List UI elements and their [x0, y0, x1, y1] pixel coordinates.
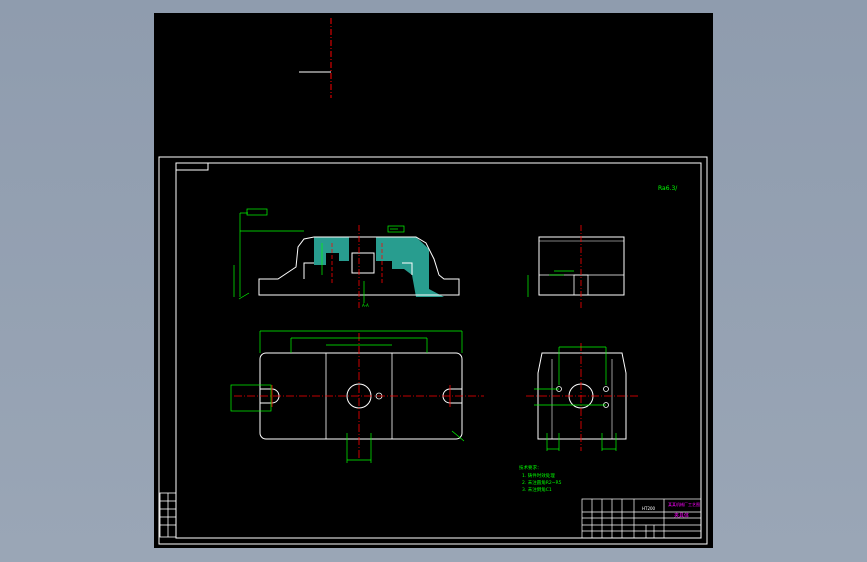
tech-req-item-2: 2. 未注圆角R2~R5 [522, 479, 562, 486]
tech-req-heading: 技术要求： [519, 464, 542, 471]
corner-tab [175, 162, 209, 171]
outer-frame [158, 156, 708, 545]
title-block-material: HT200 [642, 506, 656, 511]
ucs-icon [299, 18, 332, 98]
front-section-view: A-A [233, 208, 460, 309]
svg-text:A-A: A-A [362, 303, 369, 308]
surface-finish-note: Ra6.3/ [658, 185, 678, 192]
side-view [527, 225, 625, 309]
title-block-drawing-title: 夹具体 [674, 512, 689, 519]
end-view [526, 343, 638, 451]
inner-frame [175, 162, 702, 539]
plan-view [230, 330, 484, 463]
tech-req-item-3: 3. 未注倒角C1 [522, 486, 552, 493]
drawing-viewport[interactable]: Ra6.3/ A-A 技术要求： 1. 铸件时效处理 2. 未注圆角R2~R5 … [154, 13, 713, 548]
technical-requirements: 技术要求： 1. 铸件时效处理 2. 未注圆角R2~R5 3. 未注倒角C1 [519, 464, 562, 493]
title-block-school: 某某机械厂工艺图 [668, 501, 700, 507]
tech-req-item-1: 1. 铸件时效处理 [522, 472, 555, 479]
side-margin-table [159, 492, 177, 538]
cad-drawing: Ra6.3/ A-A 技术要求： 1. 铸件时效处理 2. 未注圆角R2~R5 … [158, 18, 708, 545]
